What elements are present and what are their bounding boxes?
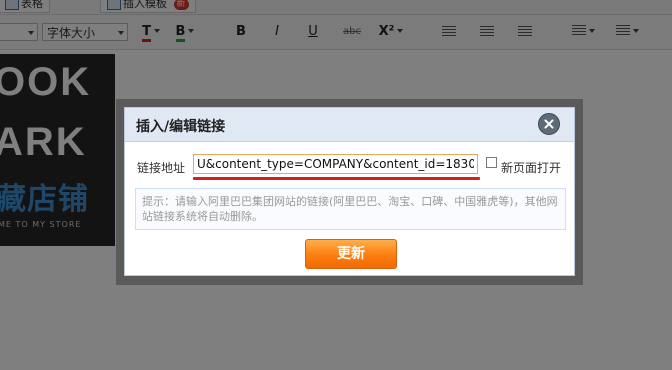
dialog-title-bar: 插入/编辑链接 xyxy=(125,108,574,142)
highlight-underline xyxy=(193,177,480,180)
url-input[interactable] xyxy=(193,154,478,174)
hint-text: 提示：请输入阿里巴巴集团网站的链接(阿里巴巴、淘宝、口碑、中国雅虎等)，其他网站… xyxy=(142,195,558,223)
hint-box: 提示：请输入阿里巴巴集团网站的链接(阿里巴巴、淘宝、口碑、中国雅虎等)，其他网站… xyxy=(135,188,566,230)
insert-link-dialog: 插入/编辑链接 链接地址 新页面打开 提示：请输入阿里巴巴集团网站的链接(阿里巴… xyxy=(124,107,575,276)
new-window-checkbox[interactable] xyxy=(486,157,497,168)
dialog-title: 插入/编辑链接 xyxy=(136,119,226,135)
close-icon[interactable] xyxy=(538,113,560,135)
url-label: 链接地址 xyxy=(137,161,186,175)
update-button[interactable]: 更新 xyxy=(305,239,397,269)
new-window-label[interactable]: 新页面打开 xyxy=(501,159,561,176)
